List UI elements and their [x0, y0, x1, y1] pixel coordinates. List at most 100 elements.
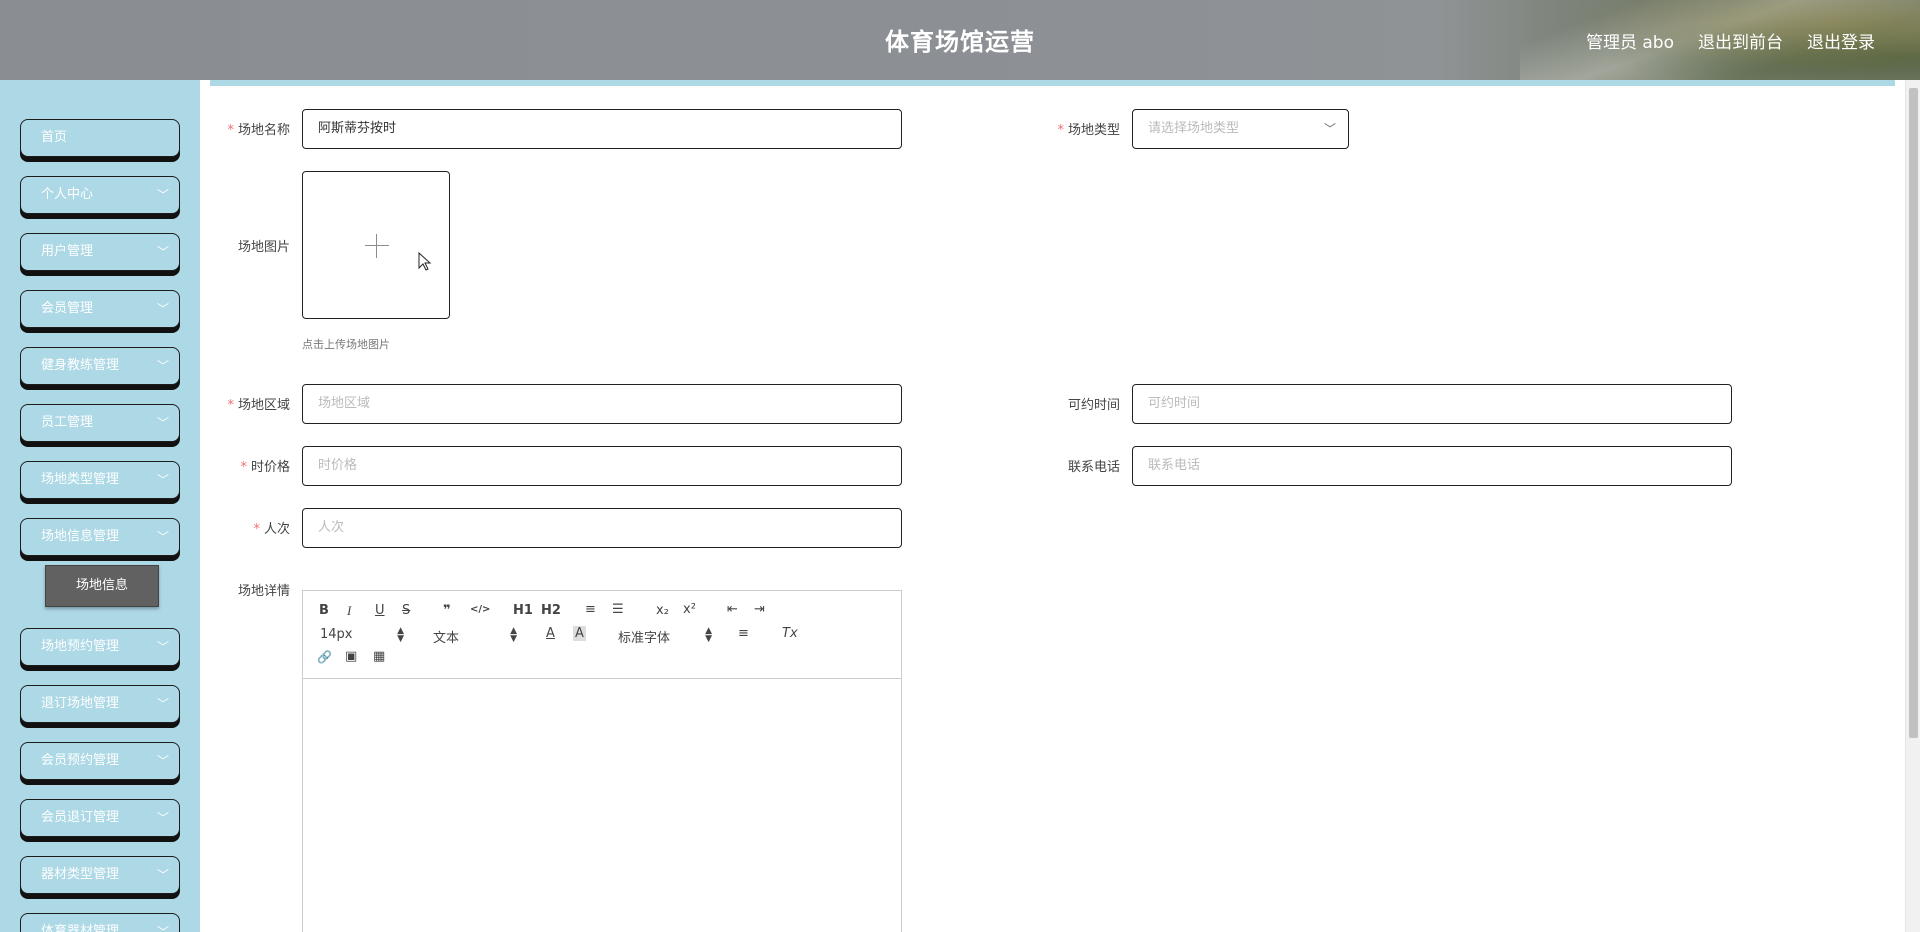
sidebar-item-label: 个人中心	[41, 187, 94, 202]
phone-input[interactable]: 联系电话	[1132, 446, 1732, 486]
sidebar-item-equipment-management[interactable]: 体育器材管理 ﹀	[20, 913, 180, 932]
sidebar-item-member-management[interactable]: 会员管理 ﹀	[20, 290, 180, 328]
sidebar-item-label: 会员退订管理	[41, 810, 120, 825]
bullet-list-button[interactable]: ☰	[612, 602, 624, 617]
font-size-value: 14px	[320, 627, 353, 642]
sort-icon: ▲ ▼	[705, 626, 712, 644]
blockquote-button[interactable]: ❞	[443, 603, 451, 618]
sidebar-item-venue-cancel-management[interactable]: 退订场地管理 ﹀	[20, 685, 180, 723]
venue-name-label: * 场地名称	[190, 119, 290, 138]
outdent-button[interactable]: ⇤	[727, 602, 738, 617]
venue-area-label: * 场地区域	[190, 394, 290, 413]
venue-type-placeholder: 请选择场地类型	[1148, 121, 1240, 136]
sort-icon: ▲ ▼	[510, 626, 517, 644]
sidebar-item-staff-management[interactable]: 员工管理 ﹀	[20, 404, 180, 442]
bookable-time-input[interactable]: 可约时间	[1132, 384, 1732, 424]
page-scrollbar[interactable]	[1905, 80, 1920, 932]
sidebar-item-label: 健身教练管理	[41, 358, 120, 373]
venue-area-input[interactable]: 场地区域	[302, 384, 902, 424]
required-mark: *	[227, 123, 234, 138]
sidebar-item-label: 用户管理	[41, 244, 94, 259]
font-color-button[interactable]: A	[546, 626, 555, 641]
indent-button[interactable]: ⇥	[754, 602, 765, 617]
sidebar-item-venue-info-management[interactable]: 场地信息管理 ﹀	[20, 518, 180, 556]
sidebar-item-personal-center[interactable]: 个人中心 ﹀	[20, 176, 180, 214]
venue-image-label: 场地图片	[237, 240, 290, 255]
bold-button[interactable]: B	[319, 603, 329, 618]
sidebar-item-label: 首页	[41, 130, 68, 145]
font-size-select[interactable]: 14px ▲ ▼	[320, 626, 404, 644]
chevron-down-icon: ﹀	[156, 245, 169, 259]
sidebar-item-label: 场地类型管理	[41, 472, 120, 487]
header-nav: 管理员 abo 退出到前台 退出登录	[1586, 28, 1875, 53]
sidebar-item-label: 器材类型管理	[41, 867, 120, 882]
sidebar-item-user-management[interactable]: 用户管理 ﹀	[20, 233, 180, 271]
headcount-input[interactable]: 人次	[302, 508, 902, 548]
align-button[interactable]: ≡	[738, 626, 749, 641]
sidebar-item-label: 场地预约管理	[41, 639, 120, 654]
content-top-bar	[210, 80, 1895, 86]
chevron-down-icon: ﹀	[156, 811, 169, 825]
header2-button[interactable]: H2	[541, 603, 561, 618]
sidebar-item-coach-management[interactable]: 健身教练管理 ﹀	[20, 347, 180, 385]
sidebar-item-label: 场地信息管理	[41, 529, 120, 544]
hourly-price-input[interactable]: 时价格	[302, 446, 902, 486]
bookable-time-label: 可约时间	[1067, 398, 1120, 413]
clean-format-button[interactable]: Tx	[782, 626, 798, 641]
submenu-item-label: 场地信息	[75, 578, 128, 593]
sidebar-item-equipment-type-management[interactable]: 器材类型管理 ﹀	[20, 856, 180, 894]
sidebar-item-label: 员工管理	[41, 415, 94, 430]
sidebar-item-label: 体育器材管理	[41, 924, 120, 932]
mouse-cursor-icon	[418, 252, 432, 271]
image-upload-box[interactable]	[302, 171, 450, 319]
submenu-item-venue-info[interactable]: 场地信息	[45, 565, 159, 607]
sort-icon: ▲ ▼	[397, 626, 404, 644]
scrollbar-thumb[interactable]	[1909, 88, 1918, 738]
chevron-down-icon: ﹀	[156, 188, 169, 202]
link-icon[interactable]: 🔗	[317, 650, 332, 664]
user-label: 管理员 abo	[1585, 33, 1674, 53]
venue-type-label-text: 场地类型	[1067, 123, 1120, 138]
required-mark: *	[227, 398, 234, 413]
sidebar-item-member-cancel-management[interactable]: 会员退订管理 ﹀	[20, 799, 180, 837]
editor-content-area[interactable]	[303, 679, 901, 932]
superscript-button[interactable]: x²	[683, 602, 696, 617]
sidebar-item-label: 退订场地管理	[41, 696, 120, 711]
chevron-down-icon: ﹀	[156, 697, 169, 711]
sidebar-item-venue-booking-management[interactable]: 场地预约管理 ﹀	[20, 628, 180, 666]
header1-button[interactable]: H1	[513, 603, 533, 618]
hourly-price-label-text: 时价格	[250, 460, 290, 475]
rich-text-editor: B I U S ❞ </> H1 H2 ≡ ☰ x₂ x² ⇤ ⇥ 14px ▲…	[302, 590, 902, 932]
video-icon[interactable]: ▦	[373, 649, 385, 664]
details-label: 场地详情	[237, 584, 290, 599]
main-content: * 场地名称 阿斯蒂芬按时 * 场地类型 请选择场地类型 ﹀ 场地图片 点击上传场地…	[200, 80, 1905, 932]
ordered-list-button[interactable]: ≡	[585, 602, 596, 617]
paragraph-format-value: 文本	[433, 631, 460, 646]
sidebar-item-home[interactable]: 首页	[20, 119, 180, 157]
code-block-button[interactable]: </>	[470, 604, 490, 615]
editor-toolbar: B I U S ❞ </> H1 H2 ≡ ☰ x₂ x² ⇤ ⇥ 14px ▲…	[303, 591, 901, 679]
subscript-button[interactable]: x₂	[656, 603, 669, 618]
chevron-down-icon: ﹀	[1323, 122, 1336, 136]
strike-button[interactable]: S	[402, 603, 410, 618]
image-icon[interactable]: ▣	[345, 649, 357, 664]
font-family-select[interactable]: 标准字体 ▲ ▼	[618, 626, 712, 647]
required-mark: *	[240, 460, 247, 475]
upload-hint: 点击上传场地图片	[302, 338, 390, 351]
font-family-value: 标准字体	[618, 631, 671, 646]
background-color-button[interactable]: A	[573, 626, 586, 641]
sidebar-item-member-booking-management[interactable]: 会员预约管理 ﹀	[20, 742, 180, 780]
venue-name-input[interactable]: 阿斯蒂芬按时	[302, 109, 902, 149]
paragraph-format-select[interactable]: 文本 ▲ ▼	[433, 626, 517, 647]
chevron-down-icon: ﹀	[156, 359, 169, 373]
logout-link[interactable]: 退出登录	[1807, 28, 1875, 53]
required-mark: *	[253, 522, 260, 537]
italic-button[interactable]: I	[347, 603, 351, 619]
chevron-down-icon: ﹀	[156, 925, 169, 932]
sidebar-item-venue-type-management[interactable]: 场地类型管理 ﹀	[20, 461, 180, 499]
sidebar-item-label: 会员预约管理	[41, 753, 120, 768]
exit-to-front-link[interactable]: 退出到前台	[1698, 28, 1783, 53]
underline-button[interactable]: U	[375, 603, 385, 618]
venue-area-label-text: 场地区域	[237, 398, 290, 413]
venue-type-select[interactable]: 请选择场地类型 ﹀	[1132, 109, 1349, 149]
